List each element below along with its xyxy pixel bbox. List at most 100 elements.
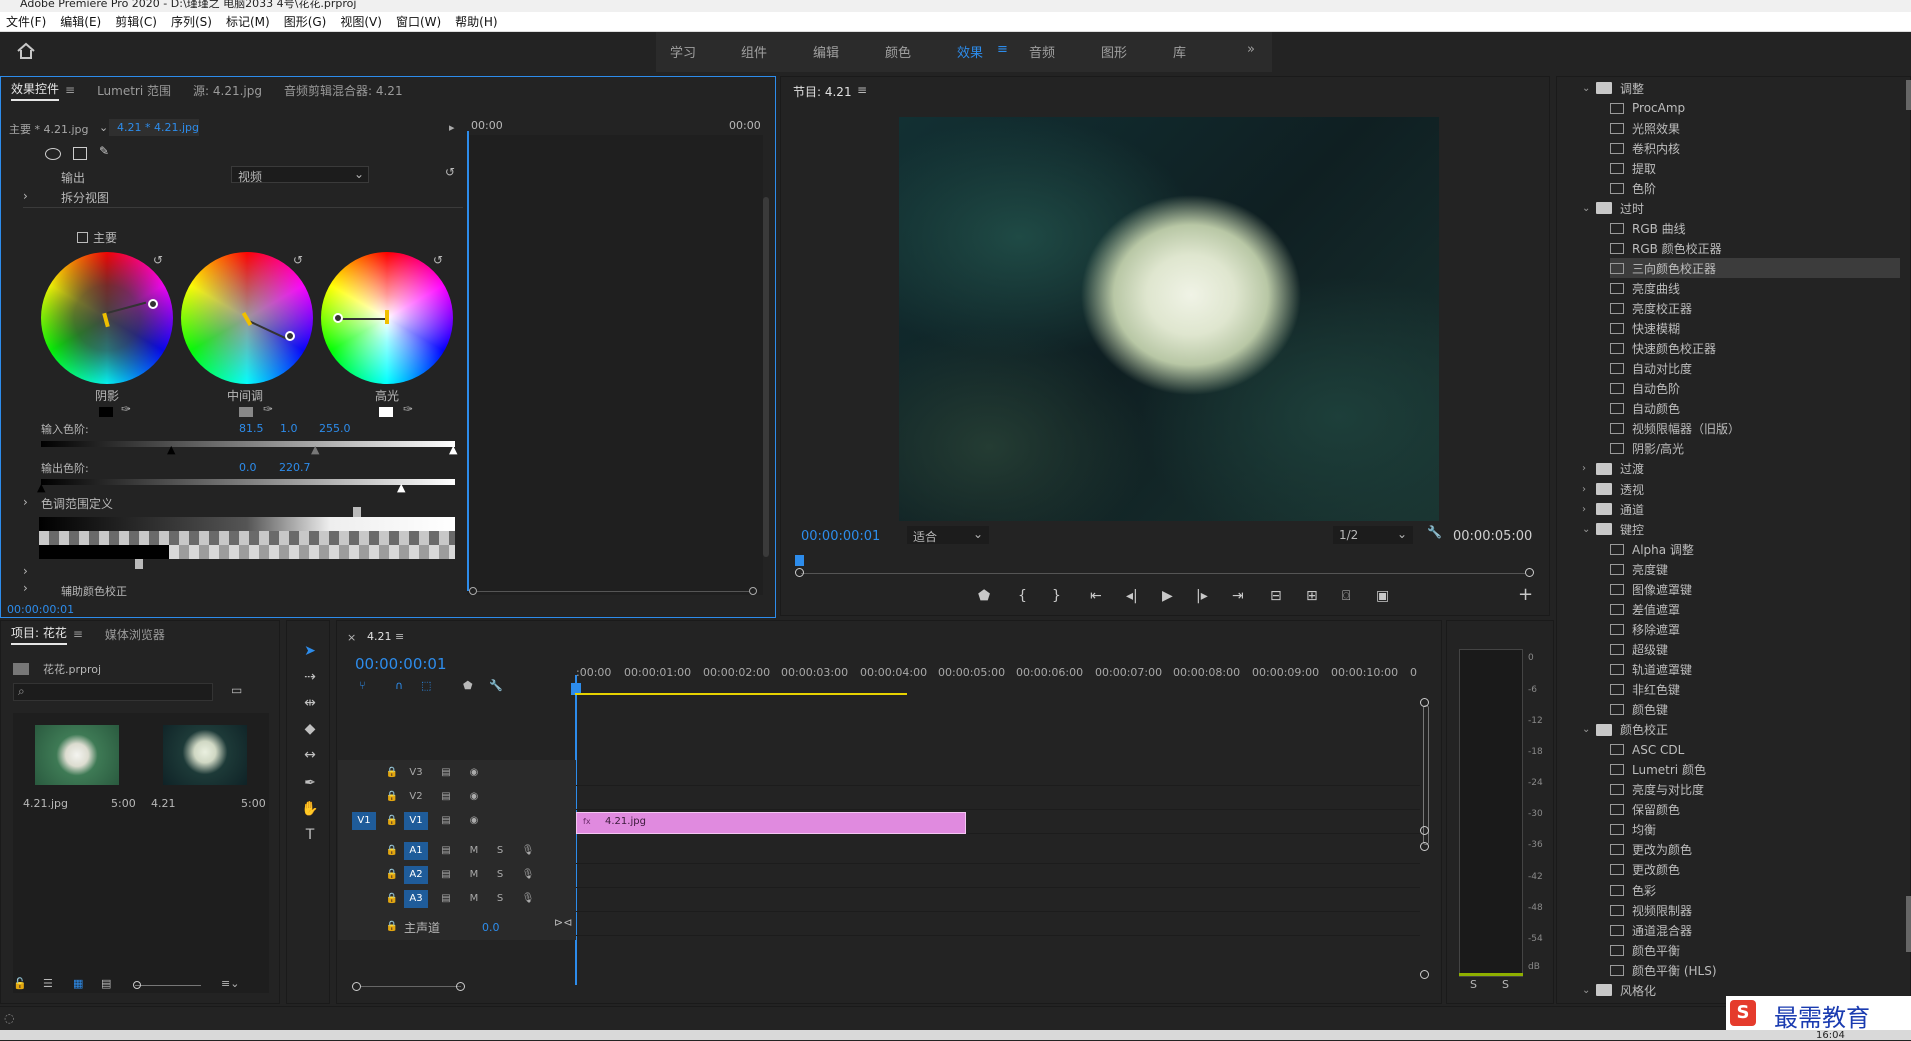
master-track-value[interactable]: 0.0 <box>482 921 500 934</box>
workspace-tab-libraries[interactable]: 库 <box>1173 42 1186 61</box>
effects-item[interactable]: 保留颜色 <box>1610 800 1680 820</box>
master-checkbox[interactable] <box>77 232 88 243</box>
effects-folder[interactable]: › 通道 <box>1582 499 1644 519</box>
timeline-tab[interactable]: 4.21 <box>367 630 392 643</box>
camera-icon[interactable]: ⌼ <box>1342 588 1350 604</box>
lock-icon[interactable]: 🔒 <box>382 918 402 936</box>
menu-item[interactable]: 视图(V) <box>340 13 382 30</box>
track-select-tool-icon[interactable]: ⇢ <box>298 666 322 688</box>
lift-icon[interactable]: ⊟ <box>1270 588 1282 604</box>
wrench-icon[interactable]: 🔧 <box>489 679 503 692</box>
effects-item[interactable]: 均衡 <box>1610 820 1656 840</box>
tone-handle[interactable] <box>135 559 143 569</box>
solo-button[interactable]: S <box>490 890 510 908</box>
mark-in-icon[interactable]: { <box>1018 588 1027 604</box>
reset-icon[interactable]: ↺ <box>445 165 455 179</box>
workspace-tab-effects[interactable]: 效果 <box>957 42 983 61</box>
sync-icon[interactable]: ▤ <box>436 842 456 860</box>
effects-item[interactable]: 通道混合器 <box>1610 920 1692 940</box>
effects-folder[interactable]: ⌄ 过时 <box>1582 198 1644 218</box>
effects-item[interactable]: 阴影/高光 <box>1610 439 1684 459</box>
effects-item[interactable]: 自动颜色 <box>1610 399 1680 419</box>
timeline-zoom-handle[interactable] <box>352 982 361 991</box>
zoom-handle[interactable] <box>795 568 804 577</box>
highlights-swatch[interactable] <box>379 407 393 417</box>
effects-item[interactable]: 亮度与对比度 <box>1610 780 1704 800</box>
workspace-tab-color[interactable]: 颜色 <box>885 42 911 61</box>
input-level-black[interactable]: 81.5 <box>239 422 264 435</box>
input-gamma-handle[interactable]: ▲ <box>311 443 319 456</box>
output-levels-slider[interactable] <box>41 479 455 485</box>
mic-icon[interactable]: 🎙 <box>518 866 538 884</box>
output-white-handle[interactable]: ▲ <box>397 481 405 494</box>
effects-folder[interactable]: ⌄ 键控 <box>1582 519 1644 539</box>
new-bin-icon[interactable]: ▭ <box>231 683 242 697</box>
output-level-white[interactable]: 220.7 <box>279 461 311 474</box>
solo-button[interactable]: S <box>490 842 510 860</box>
effects-item[interactable]: 颜色平衡 (HLS) <box>1610 960 1717 980</box>
tab-lumetri-scopes[interactable]: Lumetri 范围 <box>97 82 171 99</box>
home-icon[interactable] <box>16 42 36 60</box>
chevron-down-icon[interactable]: ⌄ <box>1582 724 1596 735</box>
effects-item[interactable]: 自动对比度 <box>1610 359 1692 379</box>
ec-zoom-handle[interactable] <box>469 587 477 595</box>
output-black-handle[interactable]: ▲ <box>37 481 45 494</box>
mute-button[interactable]: M <box>464 866 484 884</box>
chevron-right-icon[interactable]: › <box>1582 484 1596 495</box>
output-level-black[interactable]: 0.0 <box>239 461 257 474</box>
effects-item[interactable]: 三向颜色校正器 <box>1610 258 1900 279</box>
workspace-more-button[interactable]: » <box>1247 42 1255 57</box>
effects-item[interactable]: ASC CDL <box>1610 740 1684 760</box>
program-playhead-marker[interactable] <box>795 555 804 566</box>
mark-out-icon[interactable]: } <box>1052 588 1061 604</box>
wrench-icon[interactable]: 🔧 <box>1427 525 1442 539</box>
effects-item[interactable]: 亮度校正器 <box>1610 299 1692 319</box>
effects-folder[interactable]: ⌄ 调整 <box>1582 78 1644 98</box>
eyedropper-icon[interactable]: ✑ <box>121 402 131 416</box>
effects-item[interactable]: RGB 曲线 <box>1610 218 1686 238</box>
mute-button[interactable]: M <box>464 890 484 908</box>
ec-zoom-handle[interactable] <box>749 587 757 595</box>
chevron-down-icon[interactable]: ⌄ <box>1582 203 1596 214</box>
play-triangle-icon[interactable]: ▸ <box>449 121 455 134</box>
workspace-tab-audio[interactable]: 音频 <box>1029 42 1055 61</box>
lock-icon[interactable]: 🔒 <box>382 890 402 908</box>
tab-project[interactable]: 项目: 花花 <box>11 624 67 645</box>
hand-tool-icon[interactable]: ✋ <box>298 798 322 820</box>
effects-item[interactable]: Lumetri 颜色 <box>1610 760 1706 780</box>
project-item-thumbnail[interactable] <box>35 725 119 785</box>
resolution-dropdown[interactable]: 1/2 ⌄ <box>1333 526 1413 544</box>
sort-icon[interactable]: ≡⌄ <box>221 977 239 990</box>
chevron-right-icon[interactable]: › <box>23 189 28 203</box>
effects-item[interactable]: 差值遮罩 <box>1610 599 1680 619</box>
linked-selection-icon[interactable]: ∩ <box>395 679 403 692</box>
eye-icon[interactable]: ◉ <box>464 812 484 830</box>
chevron-down-icon[interactable]: ⌄ <box>1582 524 1596 535</box>
timeline-timecode[interactable]: 00:00:00:01 <box>355 655 447 673</box>
effects-item[interactable]: 快速模糊 <box>1610 319 1680 339</box>
shadows-wheel-handle[interactable] <box>148 299 158 309</box>
track-label-a2[interactable]: A2 <box>404 866 428 884</box>
go-to-out-icon[interactable]: ⇥ <box>1232 588 1244 604</box>
chevron-down-icon[interactable]: ⌄ <box>1582 985 1596 996</box>
chevron-right-icon[interactable]: › <box>23 564 28 578</box>
effects-item[interactable]: 色阶 <box>1610 178 1656 198</box>
step-back-icon[interactable]: ◂| <box>1126 588 1138 604</box>
track-scroll-handle[interactable] <box>1420 698 1429 707</box>
thumbnail-size-slider[interactable] <box>135 985 201 986</box>
snap-icon[interactable]: ⑂ <box>359 679 366 692</box>
track-label-v1[interactable]: V1 <box>404 812 428 830</box>
mic-icon[interactable]: 🎙 <box>518 842 538 860</box>
effects-item[interactable]: 移除遮罩 <box>1610 619 1680 639</box>
track-scroll-handle[interactable] <box>1420 826 1429 835</box>
eyedropper-icon[interactable]: ✑ <box>263 402 273 416</box>
slip-tool-icon[interactable]: ↔ <box>298 744 322 766</box>
effects-item[interactable]: 视频限制器 <box>1610 900 1692 920</box>
lock-icon[interactable]: 🔒 <box>382 842 402 860</box>
tab-media-browser[interactable]: 媒体浏览器 <box>105 626 165 643</box>
track-scroll-handle[interactable] <box>1420 970 1429 979</box>
compare-view-icon[interactable]: ▣ <box>1376 588 1389 604</box>
effects-item[interactable]: Alpha 调整 <box>1610 539 1694 559</box>
workspace-tab-learn[interactable]: 学习 <box>670 42 696 61</box>
effects-item[interactable]: 视频限幅器（旧版） <box>1610 419 1740 439</box>
